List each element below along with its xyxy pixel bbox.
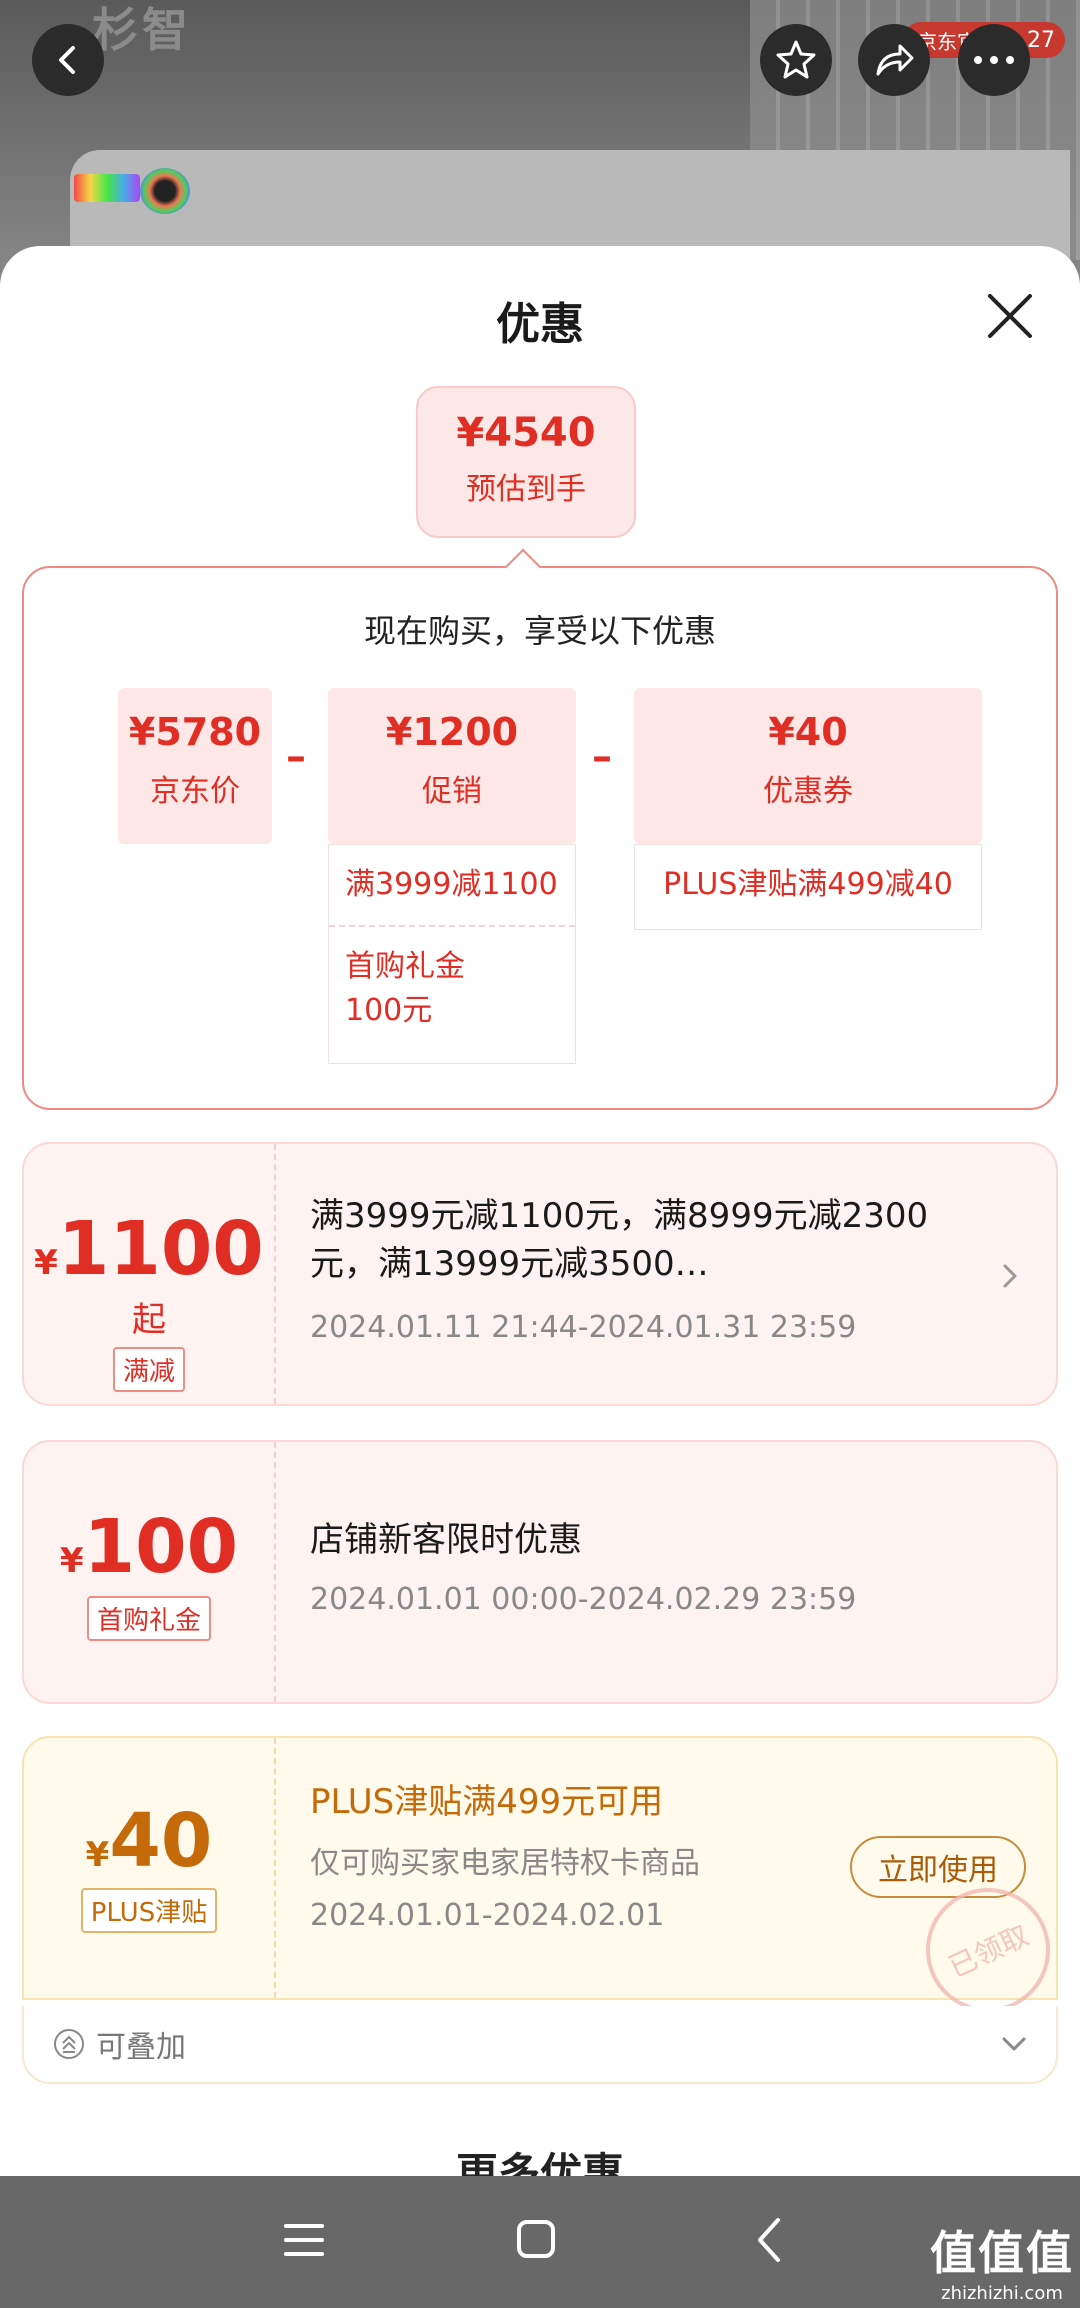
chevron-down-icon[interactable] — [1000, 2034, 1028, 2054]
watermark-url: zhizhizhi.com — [941, 2283, 1063, 2304]
estimated-price-label: 预估到手 — [466, 472, 586, 507]
coupon-amount-value: 1100 — [57, 1206, 264, 1292]
brand-text: 杉智 — [92, 3, 192, 57]
jd-price-pill: ¥5780 京东价 — [118, 688, 272, 844]
estimated-price-card: ¥4540 预估到手 — [416, 386, 636, 538]
coupon-info: PLUS津贴满499元可用 仅可购买家电家居特权卡商品 2024.01.01-2… — [310, 1778, 816, 1933]
coupon-amount-suffix: 起 — [132, 1300, 166, 1340]
system-nav-bar: 值值值 zhizhizhi.com — [0, 2176, 1080, 2308]
yen-sign: ¥ — [85, 1835, 110, 1875]
coupon-validity: 2024.01.01-2024.02.01 — [310, 1898, 665, 1933]
favorite-button[interactable] — [760, 24, 832, 96]
coupon-amount: ¥100 — [24, 1504, 274, 1590]
coupon-validity: 2024.01.11 21:44-2024.01.31 23:59 — [310, 1310, 857, 1345]
coupon-pill: ¥40 优惠券 — [634, 688, 982, 844]
coupon-amount: ¥40 — [24, 1798, 274, 1884]
coupon-title: 店铺新客限时优惠 — [310, 1520, 582, 1560]
more-button[interactable] — [958, 24, 1030, 96]
coupon-tag: 满减 — [112, 1347, 185, 1392]
back-button[interactable] — [32, 24, 104, 96]
coupon-card-full-reduction[interactable]: ¥1100 起 满减 满3999元减1100元，满8999元减2300元，满139… — [22, 1142, 1058, 1406]
coupon-info: 满3999元减1100元，满8999元减2300元，满13999元减3500… … — [310, 1192, 976, 1345]
share-button[interactable] — [858, 24, 930, 96]
yen-sign: ¥ — [59, 1541, 84, 1581]
coupon-card-first-purchase[interactable]: ¥100 首购礼金 店铺新客限时优惠 2024.01.01 00:00-2024… — [22, 1440, 1058, 1704]
sheet-title: 优惠 — [496, 299, 584, 350]
minus-sign: – — [286, 734, 306, 780]
coupon-amount-value: 100 — [83, 1504, 239, 1590]
promo-value: ¥1200 — [385, 710, 519, 754]
coupon-amount-area: ¥1100 起 满减 — [24, 1144, 276, 1404]
recents-icon[interactable] — [282, 2212, 326, 2268]
coupon-amount-value: 40 — [109, 1798, 213, 1884]
estimated-price: ¥4540 — [456, 410, 596, 456]
product-knob — [140, 168, 190, 214]
coupon-amount: ¥1100 起 — [24, 1206, 274, 1341]
yen-sign: ¥ — [34, 1243, 58, 1283]
jd-price-value: ¥5780 — [128, 710, 262, 754]
breakdown-heading: 现在购买，享受以下优惠 — [363, 612, 716, 650]
promo-details: 满3999减1100 首购礼金 100元 — [328, 844, 576, 1064]
promo-pill: ¥1200 促销 — [328, 688, 576, 844]
coupon-value: ¥40 — [768, 710, 848, 754]
coupon-detail-item: PLUS津贴满499减40 — [663, 867, 953, 902]
promo-detail-item: 满3999减1100 — [345, 867, 558, 902]
coupon-label: 优惠券 — [763, 774, 853, 809]
star-icon — [776, 40, 816, 79]
promo-detail-item: 首购礼金 100元 — [329, 925, 575, 1051]
more-offers-title: 更多优惠 — [455, 2149, 624, 2176]
breakdown-box: 现在购买，享受以下优惠 ¥5780 京东价 – ¥1200 促销 满3999减1… — [22, 566, 1058, 1110]
close-button[interactable] — [980, 286, 1040, 346]
coupon-title: 满3999元减1100元，满8999元减2300元，满13999元减3500… — [310, 1196, 929, 1284]
share-icon — [876, 44, 914, 76]
coupon-amount-area: ¥40 PLUS津贴 — [24, 1738, 276, 1998]
coupon-amount-area: ¥100 首购礼金 — [24, 1442, 276, 1702]
coupon-validity: 2024.01.01 00:00-2024.02.29 23:59 — [310, 1582, 857, 1617]
stackable-label: 可叠加 — [96, 2030, 186, 2065]
back-nav-icon[interactable] — [750, 2212, 790, 2268]
coupon-info: 店铺新客限时优惠 2024.01.01 00:00-2024.02.29 23:… — [310, 1516, 976, 1617]
more-dots-icon — [974, 56, 1014, 64]
watermark-logo-text: 值值值 — [930, 2226, 1074, 2280]
close-icon — [988, 294, 1032, 338]
coupon-tag: 首购礼金 — [86, 1596, 211, 1641]
stack-icon — [54, 2029, 84, 2059]
coupon-card-plus-subsidy[interactable]: ¥40 PLUS津贴 PLUS津贴满499元可用 仅可购买家电家居特权卡商品 2… — [22, 1736, 1071, 2033]
coupon-details: PLUS津贴满499减40 — [634, 844, 982, 930]
coupon-description: 仅可购买家电家居特权卡商品 — [310, 1846, 700, 1881]
jd-price-label: 京东价 — [150, 774, 240, 809]
message-count: 27 — [1027, 27, 1055, 53]
chevron-left-icon — [59, 46, 75, 74]
product-light-strip — [74, 174, 140, 202]
discount-sheet: 优惠 ¥4540 预估到手 现在购买，享受以下优惠 ¥5780 京东价 – ¥1… — [0, 246, 1080, 2176]
site-watermark: 值值值 zhizhizhi.com — [930, 2217, 1074, 2304]
stackable-row[interactable]: 可叠加 — [22, 2006, 1058, 2084]
coupon-tag: PLUS津贴 — [80, 1888, 218, 1933]
minus-sign: – — [592, 734, 612, 780]
chevron-right-icon[interactable] — [1000, 1262, 1020, 1290]
coupon-title: PLUS津贴满499元可用 — [310, 1782, 664, 1822]
home-icon[interactable] — [514, 2212, 558, 2268]
promo-label: 促销 — [422, 774, 482, 809]
